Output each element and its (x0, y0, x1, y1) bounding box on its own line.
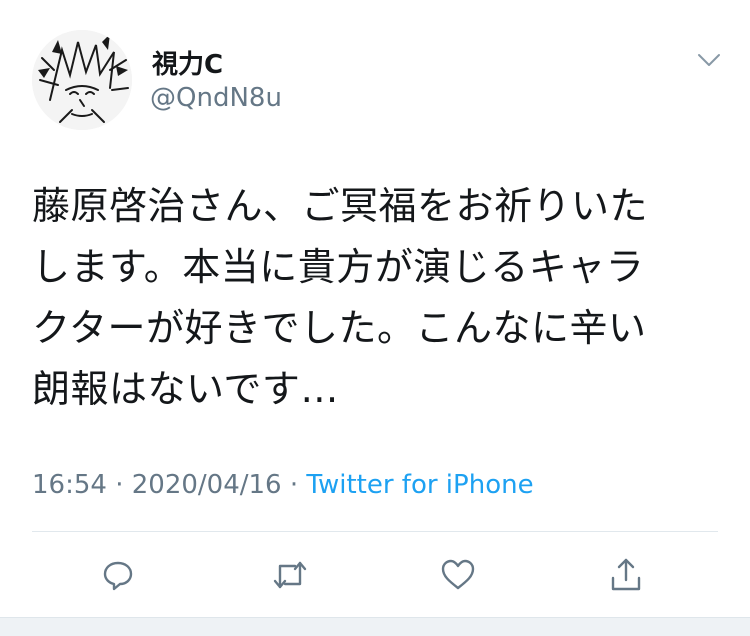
reply-icon (103, 561, 133, 591)
tweet-text-line: します。本当に貴方が演じるキャラ (32, 245, 645, 289)
divider (32, 531, 718, 532)
tweet-text: 藤原啓治さん、ご冥福をお祈りいた します。本当に貴方が演じるキャラ クターが好き… (32, 176, 722, 420)
tweet-meta: 16:54 · 2020/04/16 · Twitter for iPhone (32, 470, 534, 500)
chevron-down-icon[interactable] (696, 50, 722, 70)
tweet-text-line: クターが好きでした。こんなに辛い (32, 306, 647, 350)
reply-button[interactable] (98, 555, 138, 595)
tweet-time: 16:54 (32, 470, 107, 500)
retweet-icon (273, 561, 307, 589)
share-button[interactable] (606, 555, 646, 595)
bottom-bar (0, 617, 750, 636)
heart-icon (441, 559, 475, 590)
tweet-text-line: 藤原啓治さん、ご冥福をお祈りいた (32, 184, 649, 228)
share-icon (611, 558, 641, 591)
avatar[interactable] (32, 30, 132, 130)
tweet-text-line: 朗報はないです… (32, 367, 339, 411)
user-handle[interactable]: @QndN8u (150, 83, 282, 113)
tweet-source-link[interactable]: Twitter for iPhone (306, 470, 533, 500)
avatar-illustration (32, 30, 132, 130)
retweet-button[interactable] (270, 555, 310, 595)
meta-separator: · (281, 470, 307, 500)
like-button[interactable] (438, 555, 478, 595)
display-name[interactable]: 視力C (152, 44, 223, 81)
meta-separator: · (106, 470, 132, 500)
tweet-date: 2020/04/16 (131, 470, 282, 500)
